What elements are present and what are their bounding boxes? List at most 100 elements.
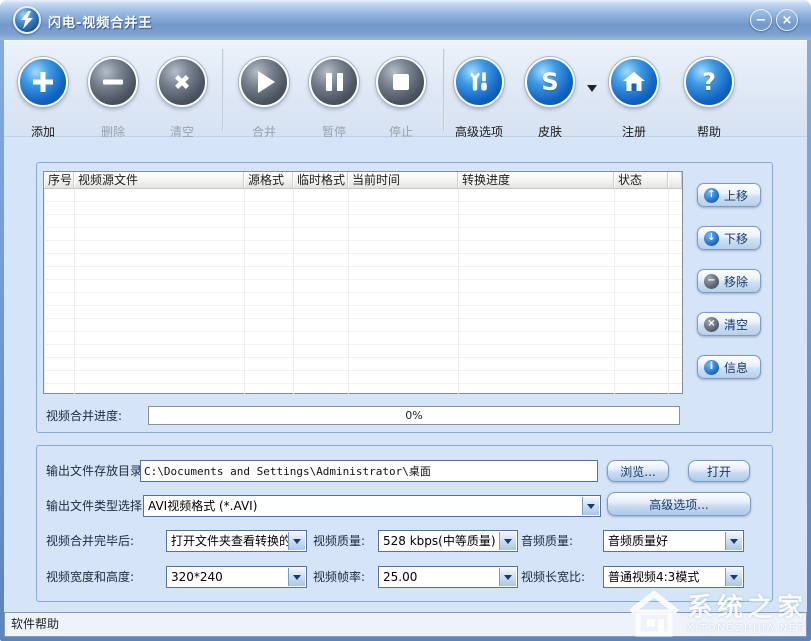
info-icon: i (704, 360, 719, 375)
play-icon (239, 57, 289, 107)
toolbar-button-clear[interactable]: 清空 (157, 57, 207, 107)
audio-quality-label: 音频质量: (521, 530, 573, 552)
output-dir-input[interactable] (140, 460, 598, 482)
video-size-select[interactable]: 320*240 (166, 566, 307, 588)
toolbar-button-add[interactable]: 添加 (18, 57, 68, 107)
merge-progress-label: 视频合并进度: (46, 407, 122, 425)
table-header-time: 当前时间 (348, 172, 458, 188)
move-up-button[interactable]: ↑ 上移 (697, 183, 761, 207)
after-merge-value: 打开文件夹查看转换的 (167, 531, 306, 551)
minus-icon (88, 57, 138, 107)
toolbar-button-stop[interactable]: 停止 (376, 57, 426, 107)
stop-icon (376, 57, 426, 107)
move-down-button[interactable]: ↓ 下移 (697, 226, 761, 250)
remove-button[interactable]: − 移除 (697, 269, 761, 293)
plus-icon (18, 57, 68, 107)
app-window: 闪电-视频合并王 − × 添加 删除 清空 合并 (0, 0, 811, 641)
aspect-ratio-select[interactable]: 普通视频4:3模式 (603, 566, 744, 588)
table-header-format: 源格式 (244, 172, 293, 188)
clear-list-button[interactable]: × 清空 (697, 312, 761, 336)
file-table: 序号 视频源文件 源格式 临时格式 当前时间 转换进度 状态 (43, 171, 683, 394)
window-title: 闪电-视频合并王 (48, 12, 152, 31)
toolbar-button-register[interactable]: 注册 (609, 57, 659, 107)
toolbar: 添加 删除 清空 合并 暂停 停止 (4, 40, 807, 137)
lightning-icon[interactable] (13, 6, 41, 34)
video-quality-select[interactable]: 528 kbps(中等质量) (378, 530, 518, 552)
after-merge-select[interactable]: 打开文件夹查看转换的 (166, 530, 307, 552)
toolbar-button-merge[interactable]: 合并 (239, 57, 289, 107)
output-type-value: AVI视频格式 (*.AVI) (144, 496, 600, 516)
status-bar: 软件帮助 (4, 612, 807, 637)
close-button[interactable]: × (776, 9, 798, 31)
audio-quality-value: 音频质量好 (604, 531, 743, 551)
toolbar-separator (222, 49, 224, 131)
chevron-down-icon[interactable] (499, 532, 516, 550)
toolbar-separator (443, 49, 445, 131)
table-header-temp: 临时格式 (293, 172, 348, 188)
aspect-ratio-label: 视频长宽比: (521, 566, 585, 588)
down-arrow-icon: ↓ (704, 231, 719, 246)
toolbar-button-delete[interactable]: 删除 (88, 57, 138, 107)
output-type-label: 输出文件类型选择: (46, 495, 146, 517)
toolbar-button-advanced-options[interactable]: 高级选项 (454, 57, 504, 107)
minimize-button[interactable]: − (750, 9, 772, 31)
move-up-label: 上移 (724, 187, 748, 204)
skin-dropdown-arrow-icon[interactable] (587, 85, 597, 92)
video-quality-label: 视频质量: (313, 530, 365, 552)
tools-icon (454, 57, 504, 107)
close-icon: × (782, 14, 793, 27)
frame-rate-value: 25.00 (379, 567, 517, 587)
info-button[interactable]: i 信息 (697, 355, 761, 379)
toolbar-button-help[interactable]: ? 帮助 (684, 57, 734, 107)
remove-label: 移除 (724, 273, 748, 290)
video-size-label: 视频宽度和高度: (46, 566, 134, 588)
browse-button-label: 浏览... (620, 463, 655, 480)
minimize-icon: − (756, 14, 767, 27)
remove-icon: − (704, 274, 719, 289)
aspect-ratio-value: 普通视频4:3模式 (604, 567, 743, 587)
pause-icon (309, 57, 359, 107)
chevron-down-icon[interactable] (725, 532, 742, 550)
table-header-index: 序号 (44, 172, 74, 188)
clear-list-label: 清空 (724, 316, 748, 333)
table-header-source: 视频源文件 (74, 172, 244, 188)
up-arrow-icon: ↑ (704, 188, 719, 203)
merge-progress-bar: 0% (148, 406, 680, 425)
browse-button[interactable]: 浏览... (607, 460, 669, 482)
toolbar-button-pause[interactable]: 暂停 (309, 57, 359, 107)
video-quality-value: 528 kbps(中等质量) (379, 531, 517, 551)
chevron-down-icon[interactable] (288, 532, 305, 550)
frame-rate-label: 视频帧率: (313, 566, 365, 588)
titlebar: 闪电-视频合并王 − × (0, 0, 811, 40)
advanced-options-button[interactable]: 高级选项... (607, 492, 751, 516)
open-button[interactable]: 打开 (688, 460, 750, 482)
advanced-options-button-label: 高级选项... (649, 496, 708, 513)
table-header-row: 序号 视频源文件 源格式 临时格式 当前时间 转换进度 状态 (44, 172, 682, 189)
output-type-select[interactable]: AVI视频格式 (*.AVI) (143, 495, 601, 517)
skin-s-icon: S (525, 57, 575, 107)
table-header-filler (668, 172, 682, 188)
chevron-down-icon[interactable] (582, 497, 599, 515)
clear-x-icon (157, 57, 207, 107)
audio-quality-select[interactable]: 音频质量好 (603, 530, 744, 552)
merge-progress-value: 0% (405, 409, 422, 422)
table-header-status: 状态 (614, 172, 668, 188)
move-down-label: 下移 (724, 230, 748, 247)
file-list-body[interactable] (44, 189, 682, 394)
main-panel: 序号 视频源文件 源格式 临时格式 当前时间 转换进度 状态 ↑ 上移 ↓ 下移 (4, 137, 807, 612)
chevron-down-icon[interactable] (499, 568, 516, 586)
chevron-down-icon[interactable] (725, 568, 742, 586)
clear-icon: × (704, 317, 719, 332)
toolbar-button-skin[interactable]: S 皮肤 (525, 57, 575, 107)
frame-rate-select[interactable]: 25.00 (378, 566, 518, 588)
status-text: 软件帮助 (11, 617, 59, 631)
after-merge-label: 视频合并完毕后: (46, 530, 134, 552)
table-header-progress: 转换进度 (458, 172, 614, 188)
chevron-down-icon[interactable] (288, 568, 305, 586)
output-dir-label: 输出文件存放目录: (46, 460, 146, 482)
home-icon (609, 57, 659, 107)
info-label: 信息 (724, 359, 748, 376)
help-icon: ? (684, 57, 734, 107)
open-button-label: 打开 (707, 463, 731, 480)
video-size-value: 320*240 (167, 567, 306, 587)
